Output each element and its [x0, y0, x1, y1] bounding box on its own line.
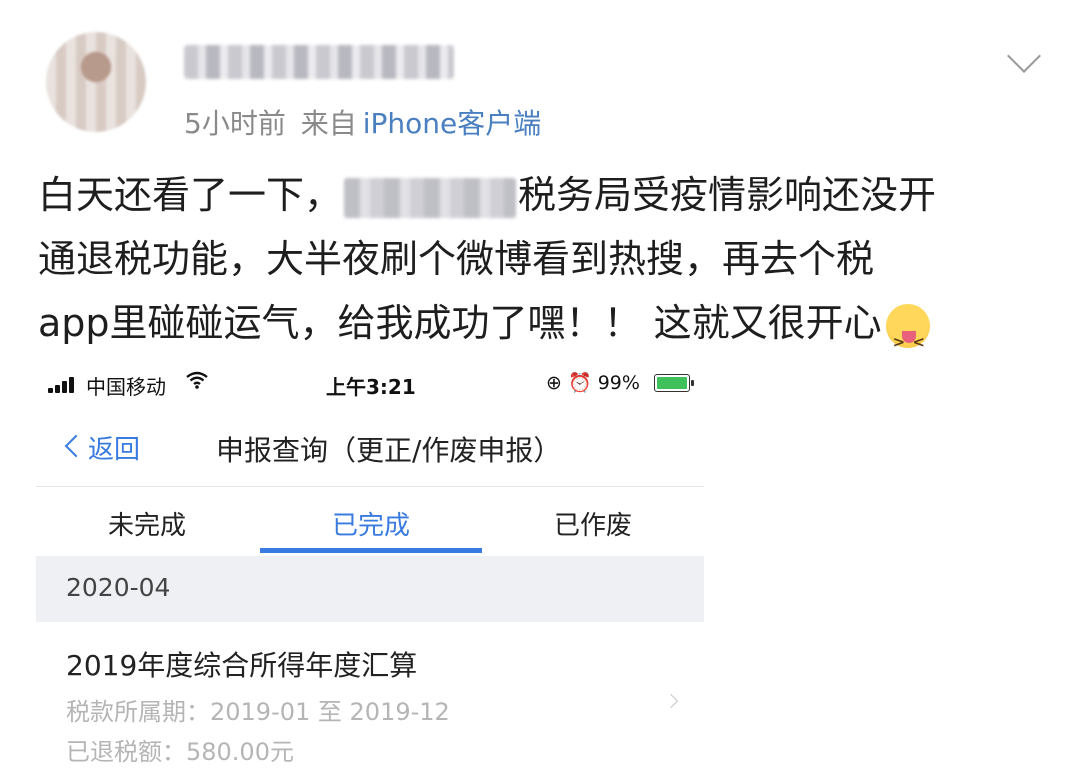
- wifi-icon: [186, 370, 208, 394]
- squinting-tongue-emoji-icon: [885, 303, 930, 374]
- post-text: 白天还看了一下， 税务局受疫情影响还没开 通退税功能，大半夜刷个微博看到热搜，再去…: [38, 163, 1038, 374]
- username-blurred[interactable]: [184, 45, 454, 79]
- nav-bar: 返回 申报查询（更正/作废申报）: [36, 414, 704, 486]
- section-header: 2020-04: [36, 556, 704, 622]
- post-text-line-3: app里碰碰运气，给我成功了嘿！！ 这就又很开心: [38, 291, 1038, 374]
- section-date: 2020-04: [66, 573, 171, 602]
- battery-icon: [654, 374, 694, 392]
- user-avatar[interactable]: [46, 32, 146, 132]
- status-right: ⊕ ⏰ 99%: [546, 371, 640, 394]
- list-item[interactable]: 2019年度综合所得年度汇算 税款所属期：2019-01 至 2019-12 已…: [36, 622, 704, 783]
- back-chevron-icon[interactable]: [64, 434, 88, 458]
- post-source[interactable]: iPhone客户端: [363, 107, 542, 140]
- chevron-down-icon[interactable]: [1007, 39, 1041, 73]
- post-meta: 5小时前 来自 iPhone客户端: [184, 102, 547, 142]
- tab-bar: 未完成 已完成 已作废: [36, 486, 704, 557]
- back-button[interactable]: 返回: [88, 429, 140, 466]
- post-time: 5小时前: [184, 107, 286, 140]
- post-source-prefix: 来自: [300, 107, 357, 140]
- item-title: 2019年度综合所得年度汇算: [66, 649, 418, 682]
- page-title: 申报查询（更正/作废申报）: [216, 434, 562, 467]
- carrier-label: 中国移动: [86, 375, 166, 399]
- orientation-lock-icon: ⊕: [546, 372, 562, 394]
- item-tax-period: 税款所属期：2019-01 至 2019-12: [66, 698, 450, 726]
- status-time: 上午3:21: [326, 375, 416, 399]
- tab-incomplete[interactable]: 未完成: [36, 505, 258, 542]
- item-refund-amount: 已退税额：580.00元: [66, 738, 294, 766]
- signal-icon: [48, 377, 78, 393]
- battery-percent: 99%: [597, 372, 640, 394]
- tab-completed[interactable]: 已完成: [260, 505, 482, 542]
- status-bar: 中国移动 上午3:21 ⊕ ⏰ 99%: [36, 358, 704, 410]
- chevron-right-icon: [663, 693, 679, 709]
- tab-voided[interactable]: 已作废: [482, 505, 704, 542]
- active-tab-indicator: [260, 548, 482, 553]
- embedded-phone-screenshot: 中国移动 上午3:21 ⊕ ⏰ 99% 返回 申报查询（更正/作废申报） 未完成…: [36, 358, 704, 783]
- alarm-icon: ⏰: [567, 372, 592, 394]
- location-blurred: [344, 177, 517, 218]
- post-text-line-1: 白天还看了一下， 税务局受疫情影响还没开: [38, 173, 937, 218]
- post-text-line-2: 通退税功能，大半夜刷个微博看到热搜，再去个税: [38, 237, 875, 281]
